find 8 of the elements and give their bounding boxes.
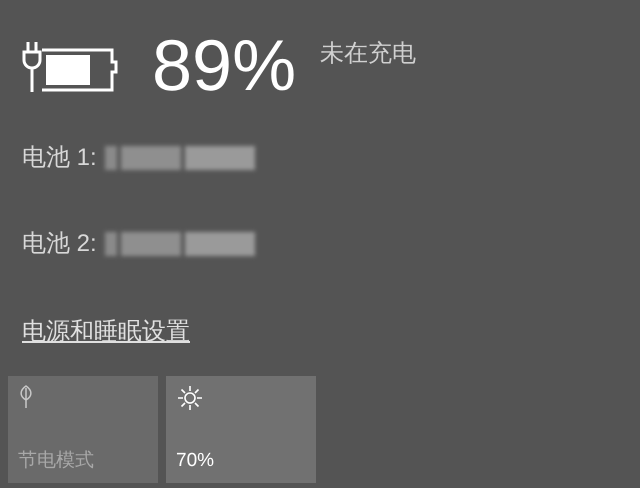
sun-icon bbox=[176, 384, 204, 412]
charging-status: 未在充电 bbox=[320, 39, 416, 69]
leaf-icon bbox=[18, 384, 34, 410]
battery-label: 电池 2: bbox=[22, 229, 97, 259]
battery-label: 电池 1: bbox=[22, 143, 97, 173]
power-settings-link[interactable]: 电源和睡眠设置 bbox=[22, 314, 190, 350]
brightness-tile[interactable]: 70% bbox=[166, 376, 316, 483]
battery-percent: 89% bbox=[152, 30, 296, 102]
